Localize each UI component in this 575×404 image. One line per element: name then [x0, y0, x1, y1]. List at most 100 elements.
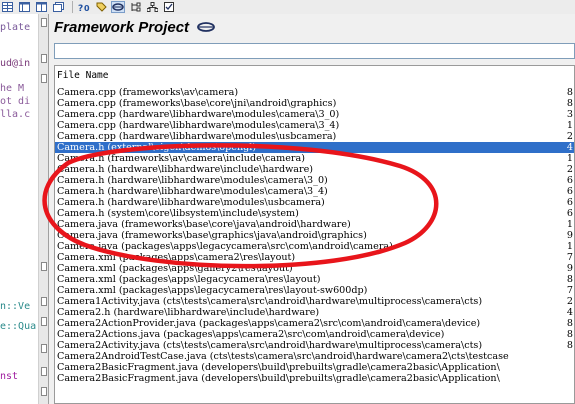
file-list-row[interactable]: Camera.h (hardware\libhardware\modules\u… [55, 197, 574, 208]
file-list-row[interactable]: Camera.cpp (hardware\libhardware\modules… [55, 131, 574, 142]
file-count: 3 [566, 109, 573, 120]
file-name: Camera2ActionProvider.java (packages\app… [57, 318, 481, 329]
help-pointer-icon[interactable]: ? 0 [77, 1, 91, 13]
fold-marker[interactable] [41, 18, 47, 27]
file-name: Camera1Activity.java (cts\tests\camera\s… [57, 296, 483, 307]
file-name: Camera.cpp (frameworks\base\core\jni\and… [57, 98, 337, 109]
file-list-row[interactable]: Camera.cpp (frameworks\base\core\jni\and… [55, 98, 574, 109]
column-header-file-name[interactable]: File Name [57, 70, 108, 81]
project-panel: Framework Project File Name Camera.cpp (… [49, 14, 575, 404]
file-name: Camera.xml (packages\apps\legacycamera\r… [57, 285, 368, 296]
checkbox-icon[interactable] [162, 1, 176, 13]
grid-icon[interactable] [0, 1, 14, 13]
link-icon[interactable] [196, 21, 216, 33]
file-name: Camera.h (hardware\libhardware\modules\u… [57, 197, 325, 208]
tree-icon[interactable] [128, 1, 142, 13]
file-list-row[interactable]: Camera2.h (hardware\libhardware\include\… [55, 307, 574, 318]
file-list-row[interactable]: Camera.java (frameworks\base\core\java\a… [55, 219, 574, 230]
file-list-row[interactable]: Camera.java (packages\apps\legacycamera\… [55, 241, 574, 252]
file-count: 1 [566, 153, 573, 164]
file-list-row[interactable]: Camera.xml (packages\apps\legacycamera\r… [55, 274, 574, 285]
file-name: Camera.java (frameworks\base\graphics\ja… [57, 230, 367, 241]
editor-gutter [38, 14, 48, 404]
code-line: nst [0, 371, 19, 382]
fold-marker[interactable] [41, 297, 47, 306]
file-list-row[interactable]: Camera1Activity.java (cts\tests\camera\s… [55, 296, 574, 307]
window-icon[interactable] [51, 1, 65, 13]
table-icon[interactable] [17, 1, 31, 13]
file-count: 6 [566, 208, 573, 219]
file-name: Camera.h (hardware\libhardware\modules\c… [57, 186, 328, 197]
file-list-row[interactable]: Camera.h (hardware\libhardware\include\h… [55, 164, 574, 175]
svg-text:0: 0 [84, 4, 90, 13]
file-name: Camera2BasicFragment.java (developers\bu… [57, 362, 500, 373]
file-list-row[interactable]: Camera.cpp (hardware\libhardware\modules… [55, 109, 574, 120]
file-list-row[interactable]: Camera.h (frameworks\av\camera\include\c… [55, 153, 574, 164]
fold-marker[interactable] [41, 367, 47, 376]
file-list-row[interactable]: Camera.cpp (hardware\libhardware\modules… [55, 120, 574, 131]
file-count: 7 [566, 285, 573, 296]
file-list-row[interactable]: Camera.h (external\eigen\demos\opengl) 4 [55, 142, 574, 153]
file-name: Camera.java (packages\apps\legacycamera\… [57, 241, 393, 252]
file-name: Camera.h (system\core\libsystem\include\… [57, 208, 299, 219]
file-count: 6 [566, 186, 573, 197]
file-list-row[interactable]: Camera.xml (packages\apps\legacycamera\r… [55, 285, 574, 296]
file-count: 8 [566, 340, 573, 351]
file-count: 8 [566, 274, 573, 285]
file-search-input[interactable] [54, 43, 575, 59]
file-list-row[interactable]: Camera2AndroidTestCase.java (cts\tests\c… [55, 351, 574, 362]
hierarchy-icon[interactable] [145, 1, 159, 13]
panel-title-text: Framework Project [54, 19, 190, 36]
file-name: Camera2.h (hardware\libhardware\include\… [57, 307, 320, 318]
toolbar-separator [72, 1, 73, 13]
code-line: ud@in [0, 58, 31, 69]
code-line: he M [0, 83, 25, 94]
file-list-row[interactable]: Camera2Actions.java (packages\apps\camer… [55, 329, 574, 340]
file-list-row[interactable]: Camera.h (hardware\libhardware\modules\c… [55, 175, 574, 186]
file-name: Camera2AndroidTestCase.java (cts\tests\c… [57, 351, 509, 362]
tag-icon[interactable] [94, 1, 108, 13]
file-name: Camera2Actions.java (packages\apps\camer… [57, 329, 445, 340]
file-count: 8 [566, 87, 573, 98]
file-list-row[interactable]: Camera2BasicFragment.java (developers\bu… [55, 373, 574, 384]
code-editor[interactable]: plate ud@in he M ot di lla.c n::Ve e::Qu… [0, 14, 49, 404]
link-toggle-icon[interactable] [111, 1, 125, 13]
file-list-row[interactable]: Camera.xml (packages\apps\gallery2\res\l… [55, 263, 574, 274]
file-list-row[interactable]: Camera2ActionProvider.java (packages\app… [55, 318, 574, 329]
fold-marker[interactable] [41, 54, 47, 63]
file-rows: Camera.cpp (frameworks\av\camera) 8 Camera… [55, 87, 574, 384]
file-count: 6 [566, 197, 573, 208]
fold-marker[interactable] [41, 262, 47, 271]
file-list-row[interactable]: Camera2BasicFragment.java (developers\bu… [55, 362, 574, 373]
file-name: Camera.xml (packages\apps\legacycamera\r… [57, 274, 321, 285]
file-name: Camera.h (frameworks\av\camera\include\c… [57, 153, 305, 164]
file-list[interactable]: File Name Camera.cpp (frameworks\av\came… [54, 65, 575, 404]
file-list-row[interactable]: Camera.h (system\core\libsystem\include\… [55, 208, 574, 219]
fold-marker[interactable] [41, 317, 47, 326]
fold-marker[interactable] [41, 74, 47, 83]
file-name: Camera.h (hardware\libhardware\modules\c… [57, 175, 328, 186]
file-count: 6 [566, 175, 573, 186]
fold-marker[interactable] [41, 344, 47, 353]
file-list-row[interactable]: Camera.java (frameworks\base\graphics\ja… [55, 230, 574, 241]
file-name: Camera.cpp (hardware\libhardware\modules… [57, 109, 340, 120]
file-name: Camera.h (external\eigen\demos\opengl) [57, 142, 257, 153]
file-count: 8 [566, 329, 573, 340]
file-name: Camera.cpp (hardware\libhardware\modules… [57, 120, 340, 131]
code-line: e::Qua [0, 321, 37, 332]
file-list-row[interactable]: Camera.xml (packages\apps\camera2\res\la… [55, 252, 574, 263]
file-count: 7 [566, 252, 573, 263]
code-line: ot di [0, 96, 31, 107]
file-count: 1 [566, 241, 573, 252]
file-name: Camera.java (frameworks\base\core\java\a… [57, 219, 351, 230]
fold-marker[interactable] [41, 387, 47, 396]
toolbar: ? 0 [0, 0, 575, 15]
split-view-icon[interactable] [34, 1, 48, 13]
file-count: 8 [566, 98, 573, 109]
file-list-row[interactable]: Camera.cpp (frameworks\av\camera) 8 [55, 87, 574, 98]
file-count: 1 [566, 120, 573, 131]
file-list-row[interactable]: Camera2Activity.java (cts\tests\camera\s… [55, 340, 574, 351]
panel-title: Framework Project [54, 19, 216, 36]
file-list-row[interactable]: Camera.h (hardware\libhardware\modules\c… [55, 186, 574, 197]
file-count: 4 [566, 307, 573, 318]
